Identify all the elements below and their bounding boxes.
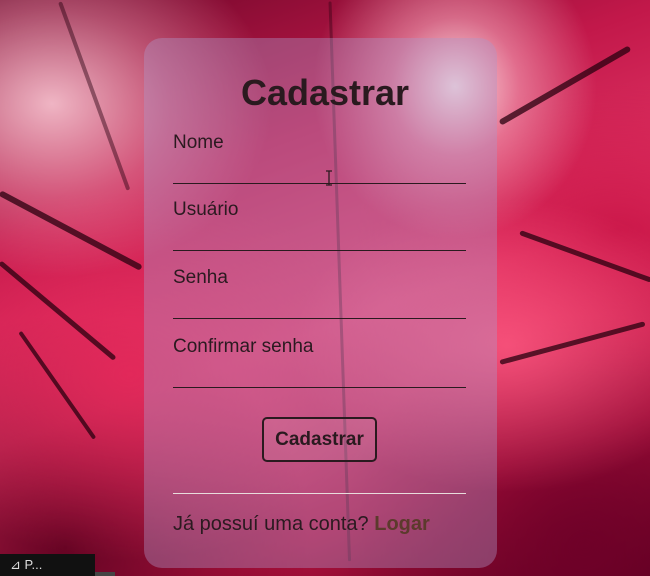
- taskbar-label: ⊿ P...: [10, 557, 43, 572]
- taskbar-edge: [95, 572, 115, 576]
- name-label: Nome: [173, 132, 224, 153]
- password-label: Senha: [173, 267, 228, 288]
- username-label: Usuário: [173, 199, 239, 220]
- confirm-password-input[interactable]: [173, 364, 466, 388]
- username-input[interactable]: [173, 227, 466, 251]
- taskbar[interactable]: ⊿ P...: [0, 554, 95, 576]
- login-prompt: Já possuí uma conta? Logar: [173, 513, 430, 536]
- divider: [173, 493, 466, 494]
- login-prompt-text: Já possuí uma conta?: [173, 513, 369, 535]
- page-title: Cadastrar: [240, 72, 410, 113]
- password-input[interactable]: [173, 295, 466, 319]
- text-cursor-icon: [326, 170, 332, 186]
- login-link[interactable]: Logar: [374, 513, 430, 535]
- name-input[interactable]: [173, 160, 466, 184]
- confirm-password-label: Confirmar senha: [173, 336, 314, 357]
- register-button[interactable]: Cadastrar: [262, 417, 377, 462]
